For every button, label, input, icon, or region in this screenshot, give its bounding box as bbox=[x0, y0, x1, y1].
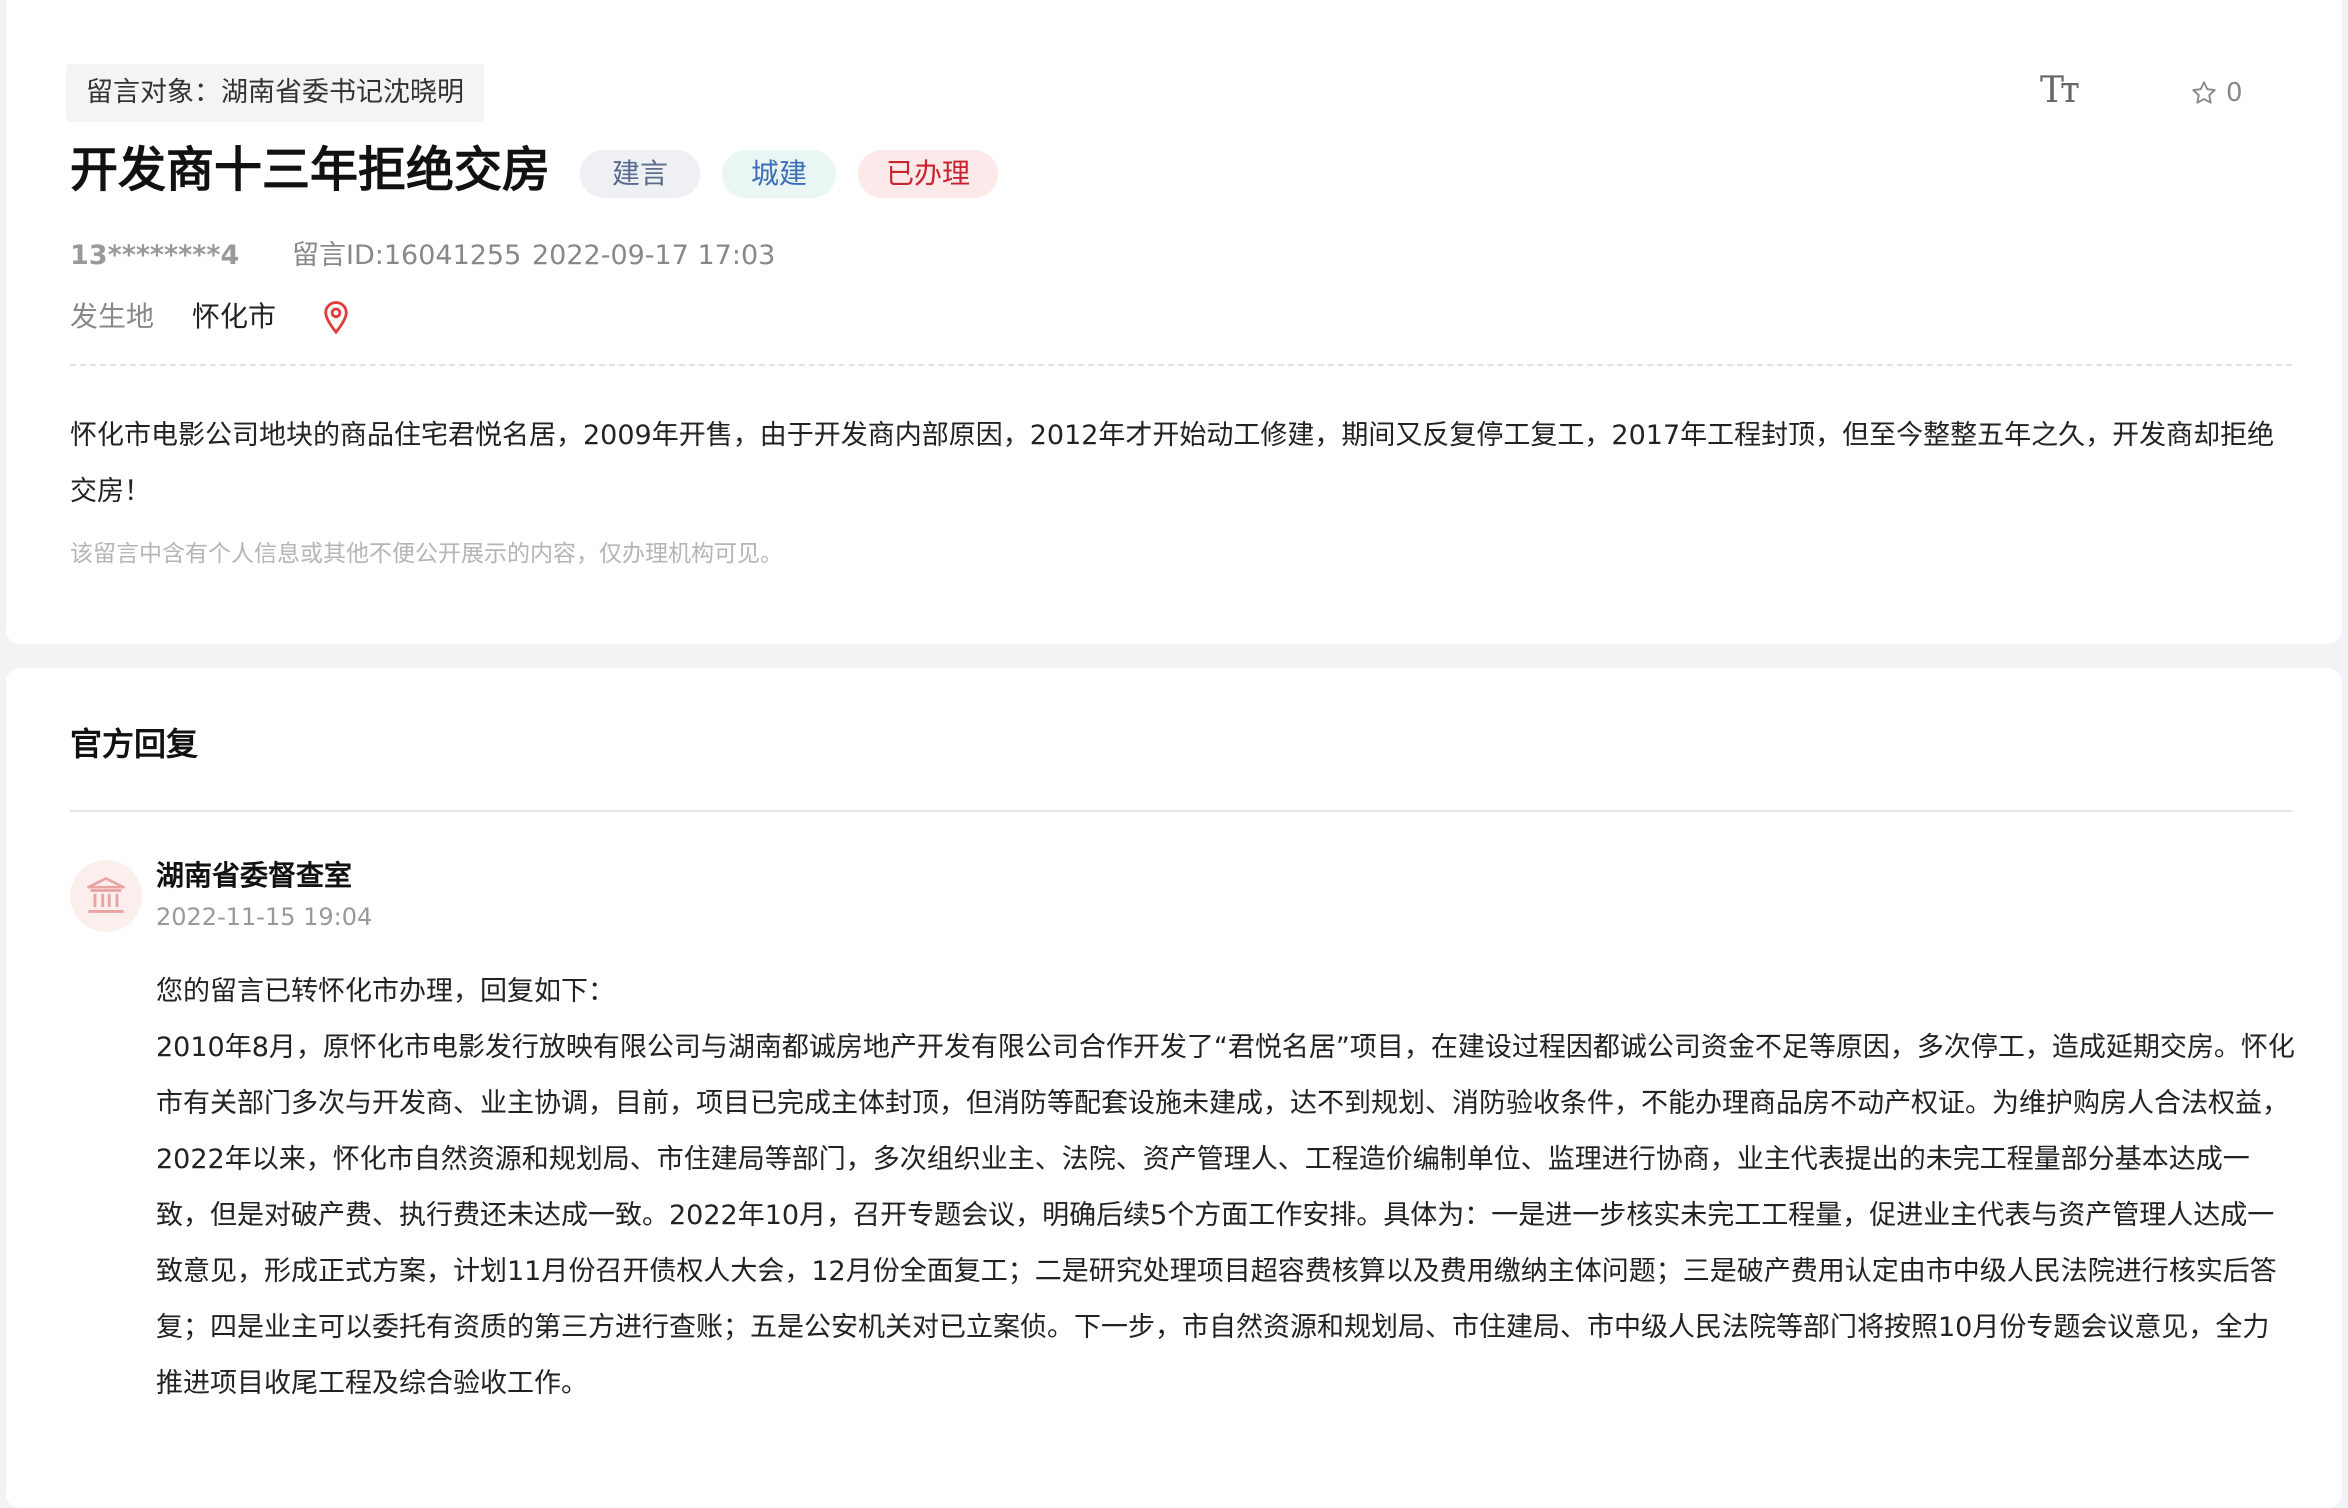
privacy-notice: 该留言中含有个人信息或其他不便公开展示的内容，仅办理机构可见。 bbox=[70, 541, 783, 567]
status-badge: 已办理 bbox=[858, 150, 998, 198]
avatar bbox=[70, 860, 142, 932]
message-content: 怀化市电影公司地块的商品住宅君悦名居，2009年开售，由于开发商内部原因，201… bbox=[70, 420, 2275, 507]
favorite-count: 0 bbox=[2226, 78, 2243, 108]
tag-advice: 建言 bbox=[580, 150, 700, 198]
reply-content: 您的留言已转怀化市办理，回复如下： 2010年8月，原怀化市电影发行放映有限公司… bbox=[156, 964, 2296, 1412]
message-id: 留言ID:16041255 bbox=[292, 240, 522, 271]
message-title: 开发商十三年拒绝交房 bbox=[70, 142, 551, 198]
user-id: 13********4 bbox=[70, 240, 240, 271]
favorite-button[interactable]: 0 bbox=[2190, 78, 2243, 108]
location-pin-icon[interactable] bbox=[320, 300, 352, 336]
message-target: 留言对象：湖南省委书记沈晓明 bbox=[66, 64, 484, 122]
message-card: 留言对象：湖南省委书记沈晓明 Tт 0 开发商十三年拒绝交房 建言 城建 已办理… bbox=[6, 0, 2342, 644]
divider bbox=[70, 810, 2292, 812]
reply-intro: 您的留言已转怀化市办理，回复如下： bbox=[156, 976, 615, 1007]
reply-card: 官方回复 湖南省委督查室 2022-11-15 19:04 您的留言已转怀化市办… bbox=[6, 668, 2342, 1508]
location-value: 怀化市 bbox=[192, 300, 277, 333]
reply-org-name: 湖南省委督查室 bbox=[156, 859, 353, 892]
reply-heading: 官方回复 bbox=[70, 725, 199, 763]
font-size-icon[interactable]: Tт bbox=[2040, 70, 2080, 111]
location-label: 发生地 bbox=[70, 300, 155, 333]
reply-body: 2010年8月，原怀化市电影发行放映有限公司与湖南都诚房地产开发有限公司合作开发… bbox=[156, 1032, 2295, 1399]
divider bbox=[70, 364, 2292, 366]
government-building-icon bbox=[87, 877, 125, 913]
message-time: 2022-09-17 17:03 bbox=[532, 240, 776, 271]
tag-city-construction: 城建 bbox=[722, 150, 836, 198]
star-outline-icon bbox=[2192, 81, 2216, 104]
reply-time: 2022-11-15 19:04 bbox=[156, 903, 373, 931]
